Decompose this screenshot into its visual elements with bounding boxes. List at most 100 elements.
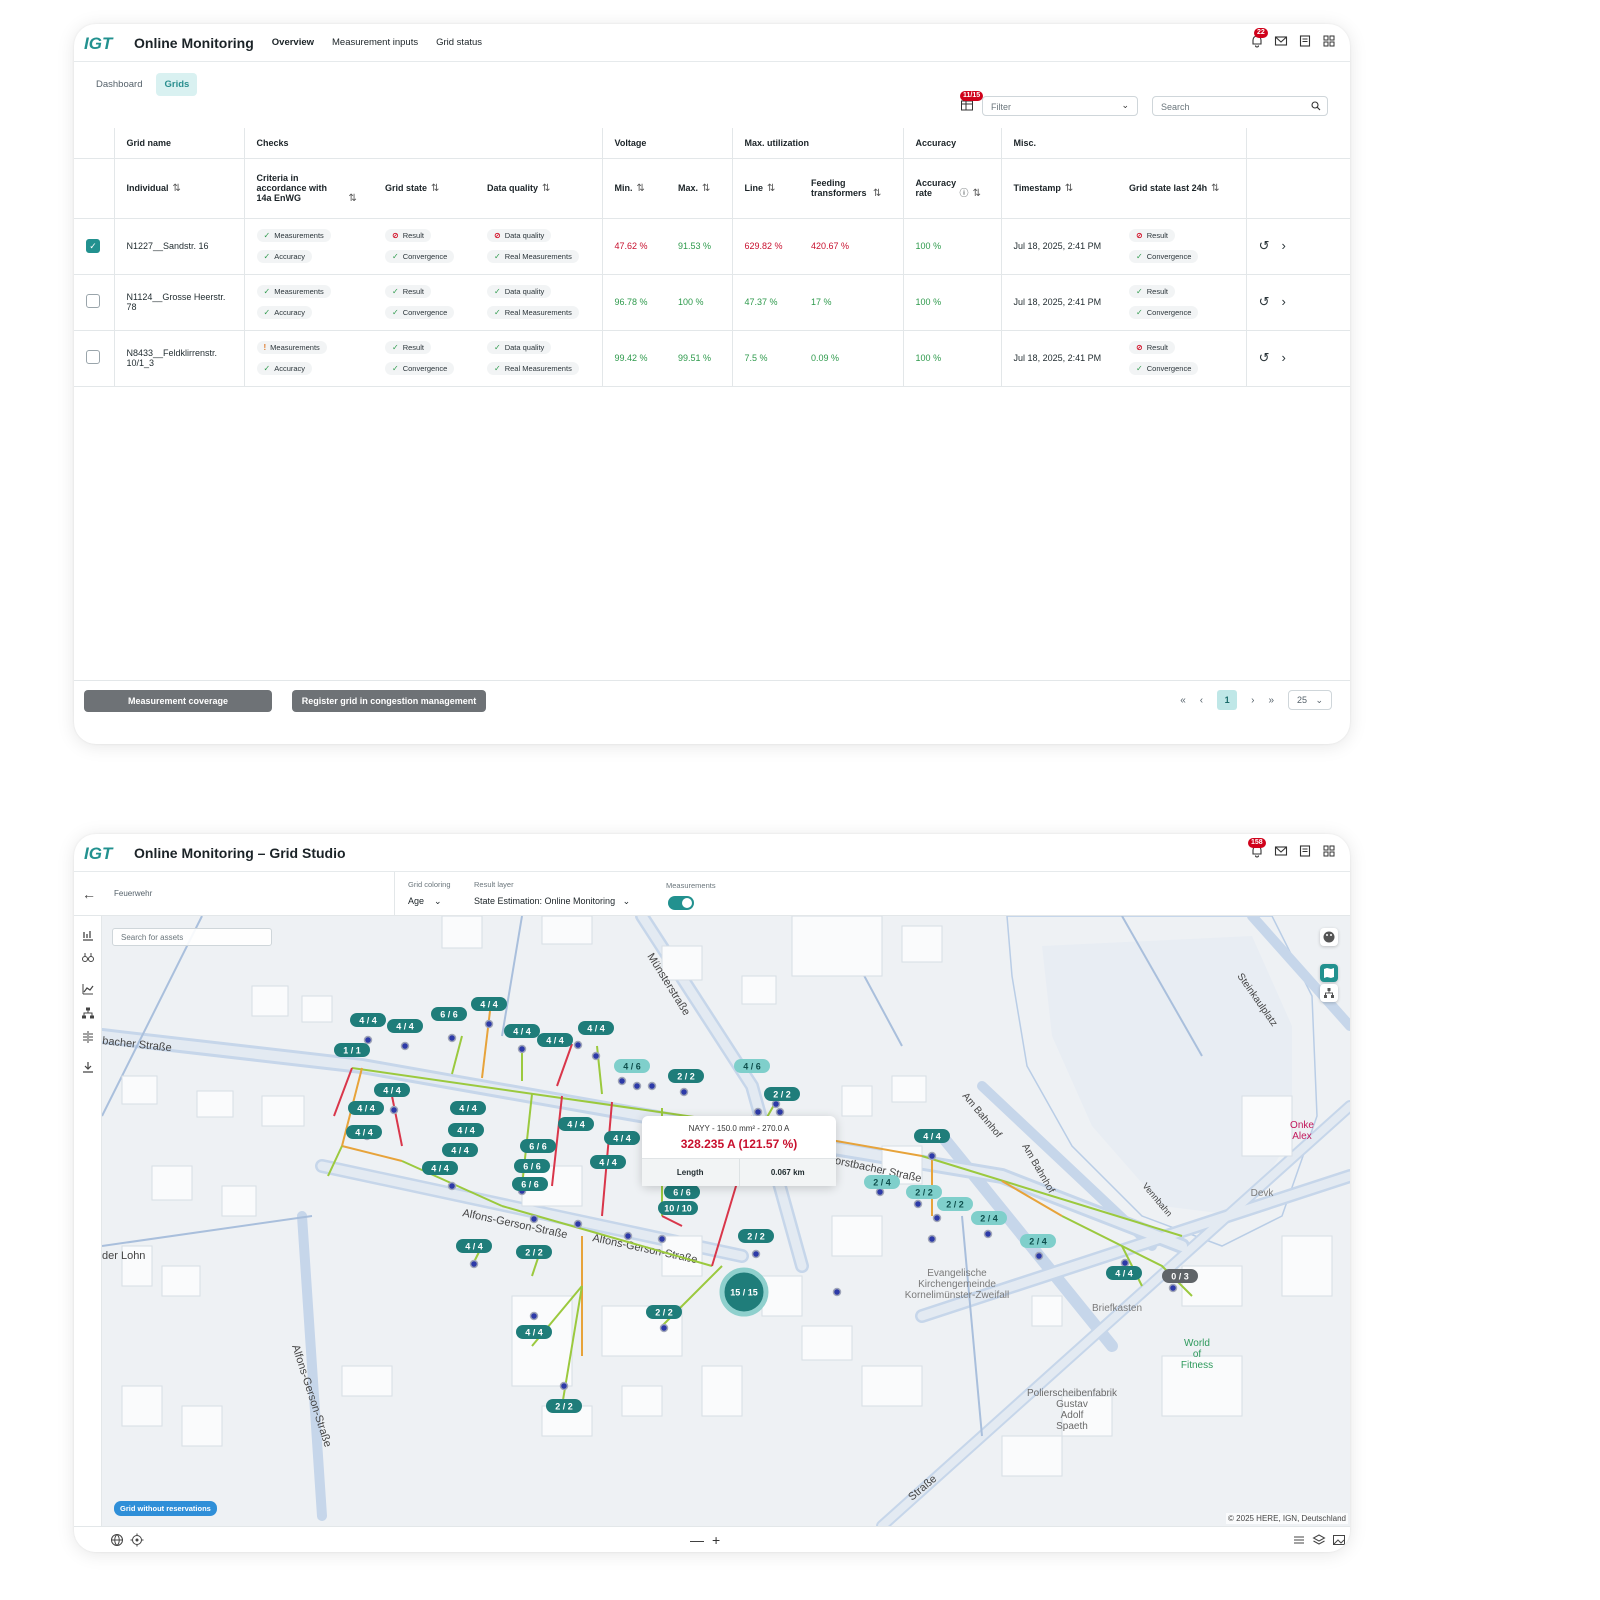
grid-node[interactable]	[832, 1287, 842, 1297]
grid-node[interactable]	[932, 1213, 942, 1223]
measurement-cluster[interactable]: 4 / 6	[614, 1059, 650, 1073]
measurement-cluster[interactable]: 4 / 4	[558, 1117, 594, 1131]
grid-node[interactable]	[1120, 1258, 1130, 1268]
measurement-cluster[interactable]: 2 / 2	[937, 1197, 973, 1211]
asset-search-input[interactable]: Search for assets	[112, 928, 272, 946]
measurement-cluster[interactable]: 2 / 2	[906, 1185, 942, 1199]
zoom-in-button[interactable]: +	[712, 1532, 720, 1548]
col-max[interactable]: Max. ⇅	[666, 158, 733, 219]
grid-node[interactable]	[529, 1311, 539, 1321]
col-individual[interactable]: Individual ⇅	[114, 158, 245, 219]
grid-node[interactable]	[775, 1107, 785, 1117]
col-grid-state-24h[interactable]: Grid state last 24h ⇅	[1117, 158, 1247, 219]
grid-node[interactable]	[573, 1040, 583, 1050]
measurement-cluster[interactable]: 6 / 6	[514, 1159, 550, 1173]
grid-without-reservations-chip[interactable]: Grid without reservations	[114, 1501, 217, 1516]
measurement-cluster[interactable]: 2 / 2	[646, 1305, 682, 1319]
measurement-cluster[interactable]: 4 / 4	[537, 1033, 573, 1047]
measurement-cluster[interactable]: 15 / 15	[719, 1267, 769, 1317]
table-row[interactable]: N8433__Feldklirrenstr. 10/1_3 ! Measureme…	[74, 330, 1350, 387]
grid-node[interactable]	[1034, 1251, 1044, 1261]
col-timestamp[interactable]: Timestamp ⇅	[1001, 158, 1118, 219]
binoculars-icon[interactable]	[81, 950, 95, 964]
measurement-cluster[interactable]: 4 / 4	[471, 997, 507, 1011]
mail-icon[interactable]	[1274, 844, 1288, 858]
measurement-cluster[interactable]: 2 / 2	[516, 1245, 552, 1259]
grid-node[interactable]	[469, 1259, 479, 1269]
next-page-button[interactable]: ›	[1251, 695, 1254, 706]
grid-node[interactable]	[591, 1051, 601, 1061]
page-size-select[interactable]: 25 ⌄	[1288, 690, 1332, 710]
grid-node[interactable]	[647, 1081, 657, 1091]
bar-chart-icon[interactable]	[81, 928, 95, 942]
hierarchy-view-icon[interactable]	[1320, 984, 1338, 1002]
image-icon[interactable]	[1332, 1533, 1346, 1547]
measurement-cluster[interactable]: 4 / 4	[387, 1019, 423, 1033]
cable-segment[interactable]	[556, 1043, 573, 1087]
grid-node[interactable]	[517, 1044, 527, 1054]
grid-node[interactable]	[751, 1249, 761, 1259]
download-icon[interactable]	[81, 1060, 95, 1074]
layers-icon[interactable]	[1312, 1533, 1326, 1547]
measurement-cluster[interactable]: 4 / 4	[350, 1013, 386, 1027]
grid-coloring-select[interactable]: Age ⌄	[408, 896, 442, 907]
col-line[interactable]: Line ⇅	[732, 158, 800, 219]
col-criteria[interactable]: Criteria in accordance with 14a EnWG ⇅	[244, 158, 373, 219]
measurement-cluster[interactable]: 2 / 2	[668, 1069, 704, 1083]
measurement-cluster[interactable]: 4 / 4	[456, 1239, 492, 1253]
history-icon[interactable]: ↺	[1259, 350, 1270, 366]
last-page-button[interactable]: »	[1268, 695, 1274, 706]
col-accuracy-rate[interactable]: Accuracy rate ⓘ ⇅	[903, 158, 1002, 219]
measurement-cluster[interactable]: 4 / 4	[422, 1161, 458, 1175]
nav-grid-status[interactable]: Grid status	[436, 37, 482, 48]
measurement-cluster[interactable]: 4 / 4	[374, 1083, 410, 1097]
cable-segment[interactable]	[661, 1215, 683, 1227]
grid-node[interactable]	[927, 1151, 937, 1161]
measurement-cluster[interactable]: 4 / 4	[448, 1123, 484, 1137]
grid-node[interactable]	[632, 1081, 642, 1091]
palette-icon[interactable]	[1320, 928, 1338, 946]
grid-node[interactable]	[573, 1219, 583, 1229]
list-icon[interactable]	[1292, 1533, 1306, 1547]
row-checkbox[interactable]	[86, 294, 100, 308]
compare-icon[interactable]	[81, 1030, 95, 1044]
col-grid-state[interactable]: Grid state ⇅	[373, 158, 475, 219]
measurement-cluster[interactable]: 4 / 4	[450, 1101, 486, 1115]
measurement-coverage-button[interactable]: Measurement coverage	[84, 690, 272, 712]
hierarchy-icon[interactable]	[81, 1006, 95, 1020]
grid-node[interactable]	[559, 1381, 569, 1391]
apps-grid-icon[interactable]	[1322, 34, 1336, 48]
line-chart-icon[interactable]	[81, 982, 95, 996]
grid-node[interactable]	[679, 1087, 689, 1097]
measurement-cluster[interactable]: 6 / 6	[664, 1185, 700, 1199]
column-selector-icon[interactable]: 11/15	[960, 91, 984, 112]
measurement-cluster[interactable]: 2 / 4	[1020, 1234, 1056, 1248]
grid-node[interactable]	[657, 1234, 667, 1244]
grid-map[interactable]: bacher Straße Münsterstraße Alfons-Gerson-…	[102, 916, 1350, 1526]
measurement-cluster[interactable]: 1 / 1	[334, 1043, 370, 1057]
measurement-cluster[interactable]: 2 / 2	[738, 1229, 774, 1243]
grid-node[interactable]	[447, 1033, 457, 1043]
measurement-cluster[interactable]: 4 / 4	[914, 1129, 950, 1143]
chevron-right-icon[interactable]: ›	[1281, 294, 1285, 310]
measurement-cluster[interactable]: 2 / 4	[971, 1211, 1007, 1225]
tab-dashboard[interactable]: Dashboard	[88, 73, 150, 96]
measurement-cluster[interactable]: 4 / 4	[1106, 1266, 1142, 1280]
grid-node[interactable]	[363, 1035, 373, 1045]
history-icon[interactable]: ↺	[1259, 238, 1270, 254]
measurement-cluster[interactable]: 0 / 3	[1162, 1269, 1198, 1283]
grid-node[interactable]	[1168, 1283, 1178, 1293]
table-row[interactable]: N1124__Grosse Heerstr. 78 ✓ Measurements ✓…	[74, 274, 1350, 331]
col-data-quality[interactable]: Data quality ⇅	[475, 158, 603, 219]
measurement-cluster[interactable]: 6 / 6	[512, 1177, 548, 1191]
bell-icon[interactable]: 22	[1250, 28, 1268, 48]
measurement-cluster[interactable]: 6 / 6	[520, 1139, 556, 1153]
book-icon[interactable]	[1298, 34, 1312, 48]
grid-node[interactable]	[484, 1019, 494, 1029]
row-checkbox[interactable]	[86, 350, 100, 364]
first-page-button[interactable]: «	[1180, 695, 1186, 706]
nav-measurement-inputs[interactable]: Measurement inputs	[332, 37, 418, 48]
measurement-cluster[interactable]: 4 / 4	[578, 1021, 614, 1035]
row-checkbox[interactable]: ✓	[86, 239, 100, 253]
bell-icon[interactable]: 158	[1248, 838, 1266, 858]
